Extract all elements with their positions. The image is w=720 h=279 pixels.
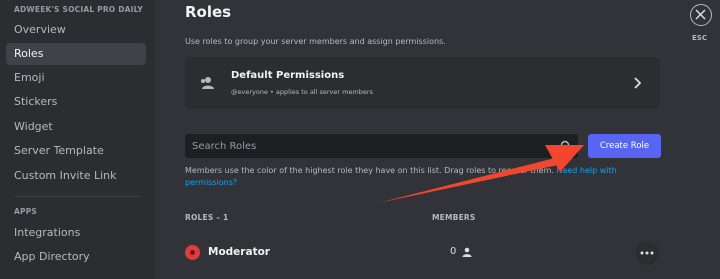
table-row[interactable]: Moderator 0: [185, 239, 663, 267]
close-button[interactable]: [690, 4, 712, 26]
members-icon: [201, 77, 214, 89]
member-count: 0: [450, 246, 457, 257]
role-name: Moderator: [208, 246, 270, 258]
sidebar-item-app-directory[interactable]: App Directory: [6, 246, 146, 268]
search-roles-input[interactable]: [185, 134, 555, 158]
sidebar-item-custom-invite-link[interactable]: Custom Invite Link: [6, 165, 146, 187]
search-roles-box: [185, 134, 578, 158]
default-permissions-card[interactable]: Default Permissions @everyone • applies …: [185, 57, 660, 109]
settings-sidebar: ADWEEK'S SOCIAL PRO DAILY Overview Roles…: [0, 0, 155, 279]
page-description: Use roles to group your server members a…: [185, 37, 446, 46]
more-options-button[interactable]: [635, 241, 659, 265]
sidebar-item-roles[interactable]: Roles: [6, 43, 146, 65]
sidebar-item-emoji[interactable]: Emoji: [6, 67, 146, 89]
create-role-button[interactable]: Create Role: [588, 134, 661, 158]
sidebar-item-overview[interactable]: Overview: [6, 19, 146, 41]
roles-panel: Roles Use roles to group your server mem…: [155, 0, 680, 279]
more-icon: [640, 251, 654, 255]
role-order-note: Members use the color of the highest rol…: [185, 165, 655, 189]
sidebar-item-integrations[interactable]: Integrations: [6, 222, 146, 244]
sidebar-item-server-template[interactable]: Server Template: [6, 140, 146, 162]
default-permissions-title: Default Permissions: [231, 70, 345, 81]
person-icon: [462, 247, 472, 257]
role-color-icon: [185, 245, 200, 260]
esc-label: ESC: [692, 34, 707, 42]
close-icon: [695, 9, 706, 20]
chevron-right-icon: [634, 77, 642, 89]
default-permissions-subtitle: @everyone • applies to all server member…: [231, 88, 373, 96]
members-column-header: MEMBERS: [432, 213, 476, 222]
sidebar-divider: [14, 196, 140, 197]
server-name-heading: ADWEEK'S SOCIAL PRO DAILY: [14, 5, 144, 14]
sidebar-item-widget[interactable]: Widget: [6, 116, 146, 138]
role-order-text: Members use the color of the highest rol…: [185, 166, 554, 175]
apps-heading: APPS: [14, 207, 37, 216]
page-title: Roles: [185, 3, 232, 21]
sidebar-item-stickers[interactable]: Stickers: [6, 91, 146, 113]
roles-column-header: ROLES – 1: [185, 213, 229, 222]
search-icon: [560, 140, 572, 152]
